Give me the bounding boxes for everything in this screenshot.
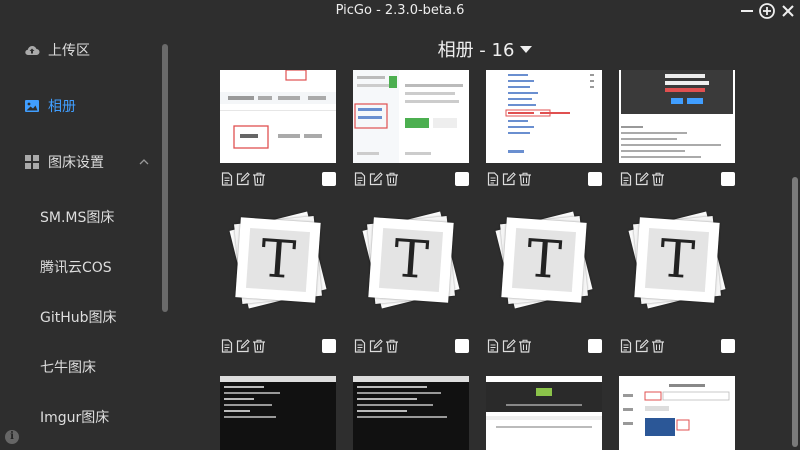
select-checkbox[interactable] <box>455 172 469 186</box>
copy-link-icon[interactable] <box>619 339 633 353</box>
edit-icon[interactable] <box>369 339 383 353</box>
cloud-upload-icon <box>25 45 40 56</box>
delete-icon[interactable] <box>385 172 399 186</box>
sidebar-item-upload[interactable]: 上传区 <box>0 30 160 70</box>
sidebar-scrollbar[interactable] <box>162 44 168 312</box>
copy-link-icon[interactable] <box>486 172 500 186</box>
sidebar-item-label: 图床设置 <box>48 155 104 171</box>
grid-icon <box>25 155 39 169</box>
copy-link-icon[interactable] <box>220 172 234 186</box>
caret-down-icon <box>520 45 533 53</box>
minimize-icon[interactable] <box>738 2 756 20</box>
sidebar-subitem-label: GitHub图床 <box>40 310 117 326</box>
select-checkbox[interactable] <box>455 339 469 353</box>
t-placeholder-icon: T <box>511 227 577 293</box>
sidebar-item-settings[interactable]: 图床设置 <box>0 142 160 182</box>
edit-icon[interactable] <box>635 339 649 353</box>
sidebar-subitem-label: 七牛图床 <box>40 360 96 376</box>
image-actions <box>353 339 469 355</box>
sidebar-subitem-github[interactable]: GitHub图床 <box>0 296 160 336</box>
edit-icon[interactable] <box>635 172 649 186</box>
gallery-thumbnail[interactable] <box>353 376 469 450</box>
select-checkbox[interactable] <box>322 339 336 353</box>
maximize-icon[interactable] <box>758 2 776 20</box>
gallery-thumbnail[interactable] <box>619 376 735 450</box>
delete-icon[interactable] <box>651 172 665 186</box>
picture-icon <box>25 100 39 112</box>
sidebar-subitem-smms[interactable]: SM.MS图床 <box>0 196 160 236</box>
screenshot-image <box>220 376 336 450</box>
image-actions <box>220 339 336 355</box>
screenshot-image <box>353 70 469 163</box>
screenshot-image <box>619 376 735 450</box>
image-actions <box>220 172 336 188</box>
sidebar-subitem-tencent-cos[interactable]: 腾讯云COS <box>0 246 160 286</box>
copy-link-icon[interactable] <box>353 339 367 353</box>
gallery-thumbnail[interactable]: T <box>353 210 469 310</box>
close-icon[interactable] <box>779 2 797 20</box>
chevron-up-icon <box>139 159 149 165</box>
copy-link-icon[interactable] <box>619 172 633 186</box>
gallery-thumbnail[interactable] <box>619 70 735 163</box>
window-title: PicGo - 2.3.0-beta.6 <box>335 3 465 18</box>
gallery-panel: 相册 - 16 T T T T <box>170 22 800 450</box>
edit-icon[interactable] <box>502 172 516 186</box>
gallery-thumbnail[interactable] <box>486 376 602 450</box>
info-icon[interactable]: i <box>5 430 19 444</box>
copy-link-icon[interactable] <box>486 339 500 353</box>
sidebar: 上传区 相册 图床设置 SM.MS图床 腾讯云COS GitHub图床 七牛图床… <box>0 22 170 450</box>
gallery-thumbnail[interactable]: T <box>220 210 336 310</box>
gallery-thumbnail[interactable] <box>220 376 336 450</box>
screenshot-image <box>353 376 469 450</box>
gallery-thumbnail[interactable]: T <box>486 210 602 310</box>
delete-icon[interactable] <box>651 339 665 353</box>
screenshot-image <box>486 70 602 163</box>
delete-icon[interactable] <box>252 339 266 353</box>
edit-icon[interactable] <box>236 172 250 186</box>
image-actions <box>353 172 469 188</box>
select-checkbox[interactable] <box>588 172 602 186</box>
sidebar-item-label: 上传区 <box>48 43 90 59</box>
image-actions <box>619 339 735 355</box>
gallery-thumbnail[interactable] <box>486 70 602 163</box>
delete-icon[interactable] <box>518 339 532 353</box>
gallery-thumbnail[interactable] <box>220 70 336 163</box>
image-actions <box>486 339 602 355</box>
sidebar-subitem-label: 腾讯云COS <box>40 260 112 276</box>
copy-link-icon[interactable] <box>220 339 234 353</box>
edit-icon[interactable] <box>236 339 250 353</box>
t-placeholder-icon: T <box>644 227 710 293</box>
album-title-text: 相册 - 16 <box>437 40 515 61</box>
gallery-thumbnail[interactable]: T <box>619 210 735 310</box>
select-checkbox[interactable] <box>721 339 735 353</box>
album-title[interactable]: 相册 - 16 <box>170 36 800 62</box>
sidebar-subitem-label: Imgur图床 <box>40 410 110 426</box>
title-bar: PicGo - 2.3.0-beta.6 <box>0 0 800 22</box>
gallery-thumbnail[interactable] <box>353 70 469 163</box>
sidebar-subitem-imgur[interactable]: Imgur图床 <box>0 396 160 436</box>
image-actions <box>619 172 735 188</box>
delete-icon[interactable] <box>518 172 532 186</box>
edit-icon[interactable] <box>369 172 383 186</box>
select-checkbox[interactable] <box>322 172 336 186</box>
t-placeholder-icon: T <box>245 227 311 293</box>
sidebar-item-label: 相册 <box>48 99 76 115</box>
t-placeholder-icon: T <box>378 227 444 293</box>
delete-icon[interactable] <box>252 172 266 186</box>
edit-icon[interactable] <box>502 339 516 353</box>
screenshot-image <box>220 70 336 163</box>
select-checkbox[interactable] <box>721 172 735 186</box>
screenshot-image <box>619 70 735 163</box>
copy-link-icon[interactable] <box>353 172 367 186</box>
sidebar-subitem-qiniu[interactable]: 七牛图床 <box>0 346 160 386</box>
select-checkbox[interactable] <box>588 339 602 353</box>
sidebar-subitem-label: SM.MS图床 <box>40 210 115 226</box>
image-actions <box>486 172 602 188</box>
sidebar-item-gallery[interactable]: 相册 <box>0 86 160 126</box>
screenshot-image <box>486 376 602 450</box>
delete-icon[interactable] <box>385 339 399 353</box>
gallery-scrollbar[interactable] <box>792 177 798 447</box>
